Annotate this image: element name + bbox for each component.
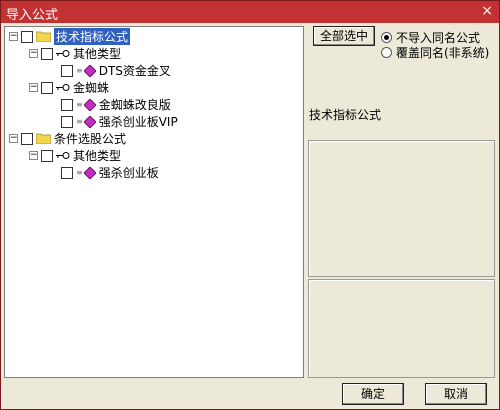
key-icon [56, 152, 70, 159]
formula-tree[interactable]: − 技术指标公式 − 其他类型 ≡ DTS资金金叉 − 金蜘蛛 ≡ 金蜘蛛改良版… [4, 26, 304, 378]
tree-node-stock-selection[interactable]: − 条件选股公式 [9, 130, 126, 147]
import-formula-dialog: 导入公式 × − 技术指标公式 − 其他类型 ≡ DTS资金金叉 − 金蜘蛛 ≡… [0, 0, 500, 410]
tree-node-label: 强杀创业板 [98, 166, 159, 180]
formula-gem-icon [83, 64, 96, 77]
tree-checkbox[interactable] [41, 149, 53, 162]
tree-node-chinext-vip[interactable]: ≡ 强杀创业板VIP [49, 113, 178, 130]
description-panel [308, 140, 495, 277]
tree-node-other-types-2[interactable]: − 其他类型 [29, 147, 121, 164]
tree-node-technical-indicators[interactable]: − 技术指标公式 [9, 28, 131, 45]
tree-checkbox[interactable] [21, 30, 33, 43]
tree-node-label: 其他类型 [73, 149, 122, 163]
formula-dot-icon: ≡ [76, 100, 83, 109]
overwrite-option[interactable]: 覆盖同名(非系统) [381, 44, 489, 61]
ok-button[interactable]: 确定 [342, 383, 404, 405]
window-title: 导入公式 [6, 8, 59, 23]
collapse-icon[interactable]: − [29, 49, 38, 58]
key-icon [56, 84, 70, 91]
formula-gem-icon [83, 115, 96, 128]
tree-node-dts[interactable]: ≡ DTS资金金叉 [49, 62, 171, 79]
tree-checkbox[interactable] [61, 166, 73, 179]
formula-dot-icon: ≡ [76, 168, 83, 177]
key-icon [56, 50, 70, 57]
collapse-icon[interactable]: − [29, 151, 38, 160]
tree-node-golden-spider[interactable]: − 金蜘蛛 [29, 79, 109, 96]
close-icon[interactable]: × [481, 3, 493, 19]
category-label: 技术指标公式 [309, 108, 382, 122]
title-bar[interactable]: 导入公式 × [1, 1, 499, 23]
tree-checkbox[interactable] [41, 47, 53, 60]
tree-node-label: DTS资金金叉 [98, 64, 171, 78]
collapse-icon[interactable]: − [9, 32, 18, 41]
tree-node-chinext[interactable]: ≡ 强杀创业板 [49, 164, 159, 181]
overwrite-label: 覆盖同名(非系统) [396, 46, 490, 60]
tree-node-label: 条件选股公式 [54, 132, 127, 146]
formula-dot-icon: ≡ [76, 117, 83, 126]
tree-checkbox[interactable] [61, 115, 73, 128]
tree-checkbox[interactable] [21, 132, 33, 145]
formula-gem-icon [83, 98, 96, 111]
collapse-icon[interactable]: − [29, 83, 38, 92]
tree-node-spider-improved[interactable]: ≡ 金蜘蛛改良版 [49, 96, 171, 113]
folder-icon [36, 31, 51, 42]
radio-button[interactable] [381, 32, 392, 43]
radio-button[interactable] [381, 47, 392, 58]
select-all-button[interactable]: 全部选中 [313, 26, 375, 46]
tree-checkbox[interactable] [61, 64, 73, 77]
tree-node-label: 强杀创业板VIP [98, 115, 178, 129]
cancel-button[interactable]: 取消 [425, 383, 487, 405]
tree-node-label: 金蜘蛛改良版 [98, 98, 171, 112]
tree-node-label: 技术指标公式 [54, 28, 131, 45]
tree-node-label: 金蜘蛛 [73, 81, 110, 95]
tree-checkbox[interactable] [61, 98, 73, 111]
tree-node-other-types[interactable]: − 其他类型 [29, 45, 121, 62]
tree-node-label: 其他类型 [73, 47, 122, 61]
collapse-icon[interactable]: − [9, 134, 18, 143]
formula-dot-icon: ≡ [76, 66, 83, 75]
detail-panel [308, 279, 495, 378]
folder-icon [36, 133, 51, 144]
tree-checkbox[interactable] [41, 81, 53, 94]
formula-gem-icon [83, 166, 96, 179]
